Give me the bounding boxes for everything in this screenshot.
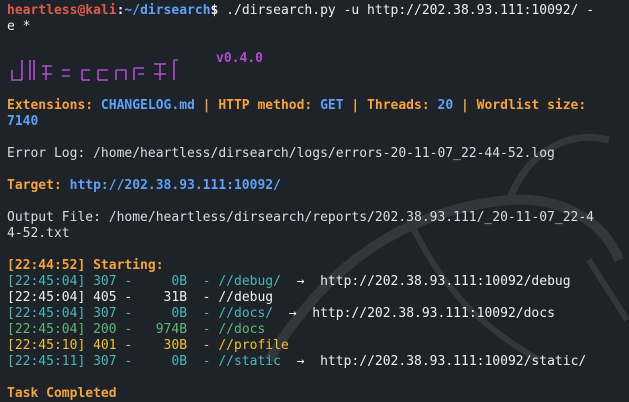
prompt-path: ~/dirsearch [124, 3, 211, 18]
prompt-user: heartless [7, 3, 78, 18]
result-row: [22:45:11] 307 - 0B - //static → http://… [7, 354, 586, 370]
separator: | [343, 98, 368, 113]
prompt-line: heartless@kali:~/dirsearch$ ./dirsearch.… [7, 3, 594, 19]
result-redirect: http://202.38.93.111:10092/docs [312, 306, 555, 321]
result-status: 401 - [93, 338, 148, 353]
result-size: 0B - [147, 274, 219, 289]
result-status: 307 - [93, 354, 148, 369]
config-line: Extensions: CHANGELOG.md | HTTP method: … [7, 98, 586, 114]
threads-value: 20 [437, 98, 454, 113]
command-text: ./dirsearch.py -u http://202.38.93.111:1… [218, 3, 595, 18]
terminal-window[interactable]: heartless@kali:~/dirsearch$ ./dirsearch.… [0, 0, 629, 402]
result-row: [22:45:04] 405 - 31B - //debug [7, 290, 273, 306]
result-path: //debug [218, 290, 274, 305]
result-size: 31B - [147, 290, 219, 305]
prompt-host: kali [85, 3, 117, 18]
extensions-label: Extensions: [7, 98, 101, 113]
result-status: 307 - [93, 306, 148, 321]
redirect-arrow-icon: → [280, 354, 321, 369]
result-redirect: http://202.38.93.111:10092/static/ [320, 354, 587, 369]
result-path: //docs [218, 322, 266, 337]
result-path: //debug/ [218, 274, 281, 289]
wordlist-label: Wordlist size: [476, 98, 587, 113]
dirsearch-logo-icon [11, 59, 178, 81]
redirect-arrow-icon: → [280, 274, 321, 289]
output-file-line: Output File: /home/heartless/dirsearch/r… [7, 210, 594, 225]
version-label: v0.4.0 [216, 51, 263, 66]
starting-line: [22:44:52] Starting: [7, 258, 164, 273]
result-size: 974B - [147, 322, 219, 337]
task-completed-line: Task Completed [7, 386, 117, 401]
http-method-label: HTTP method: [218, 98, 321, 113]
http-method-value: GET [320, 98, 344, 113]
redirect-arrow-icon: → [273, 306, 313, 321]
result-row: [22:45:04] 200 - 974B - //docs [7, 322, 265, 338]
result-status: 405 - [93, 290, 148, 305]
error-log-line: Error Log: /home/heartless/dirsearch/log… [7, 146, 555, 161]
wordlist-value: 7140 [7, 114, 39, 129]
result-status: 307 - [93, 274, 148, 289]
output-file-continuation: 4-52.txt [7, 226, 70, 241]
command-continuation: e * [7, 19, 31, 34]
threads-label: Threads: [367, 98, 438, 113]
result-size: 0B - [147, 354, 219, 369]
result-redirect: http://202.38.93.111:10092/debug [320, 274, 571, 289]
result-size: 30B - [147, 338, 219, 353]
result-time: [22:45:04] [7, 306, 94, 321]
result-size: 0B - [147, 306, 219, 321]
target-line: Target: http://202.38.93.111:10092/ [7, 178, 281, 194]
result-time: [22:45:04] [7, 274, 94, 289]
result-time: [22:45:11] [7, 354, 94, 369]
target-label: Target: [7, 178, 70, 193]
result-time: [22:45:04] [7, 322, 94, 337]
result-row: [22:45:04] 307 - 0B - //debug/ → http://… [7, 274, 571, 290]
result-time: [22:45:10] [7, 338, 94, 353]
separator: | [194, 98, 219, 113]
target-url: http://202.38.93.111:10092/ [69, 178, 281, 193]
extensions-value: CHANGELOG.md [100, 98, 195, 113]
result-status: 200 - [93, 322, 148, 337]
result-row: [22:45:04] 307 - 0B - //docs/ → http://2… [7, 306, 555, 322]
result-path: //docs/ [218, 306, 274, 321]
result-path: //static [218, 354, 281, 369]
result-time: [22:45:04] [7, 290, 94, 305]
result-path: //profile [218, 338, 289, 353]
result-row: [22:45:10] 401 - 30B - //profile [7, 338, 289, 354]
separator: | [453, 98, 477, 113]
